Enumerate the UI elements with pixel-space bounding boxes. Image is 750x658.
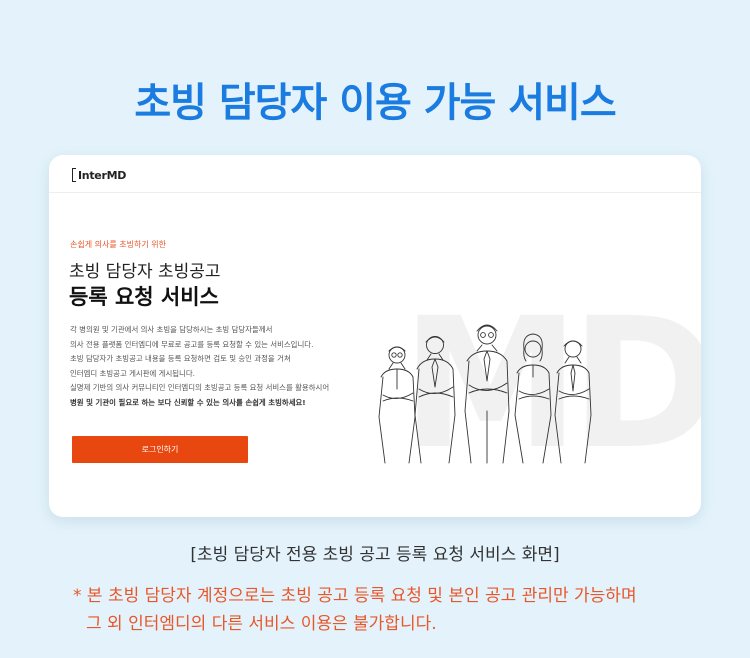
site-header: InterMD [49, 155, 701, 193]
page-headline: 초빙 담당자 이용 가능 서비스 [134, 80, 616, 126]
usage-notice: * 본 초빙 담당자 계정으로는 초빙 공고 등록 요청 및 본인 공고 관리만… [73, 582, 713, 638]
screenshot-card: InterMD MD 손쉽게 의사를 초빙하기 위한 초빙 담당자 초빙공고 등… [49, 155, 701, 517]
hero-title-line2: 등록 요청 서비스 [69, 285, 219, 309]
logo-text: InterMD [78, 168, 127, 182]
description-line: 실명제 기반의 의사 커뮤니티인 인터엠디의 초빙공고 등록 요청 서비스를 활… [70, 383, 330, 392]
notice-line-1: * 본 초빙 담당자 계정으로는 초빙 공고 등록 요청 및 본인 공고 관리만… [73, 586, 637, 606]
hero-title-line1: 초빙 담당자 초빙공고 [69, 262, 221, 282]
service-description: 각 병의원 및 기관에서 의사 초빙을 담당하시는 초빙 담당자들께서 의사 전… [70, 323, 370, 410]
eyebrow-text: 손쉽게 의사를 초빙하기 위한 [70, 240, 166, 249]
description-line: 의사 전용 플랫폼 인터엠디에 무료로 공고를 등록 요청할 수 있는 서비스입… [70, 339, 314, 349]
login-button[interactable]: 로그인하기 [72, 436, 248, 463]
screen-caption: [초빙 담당자 전용 초빙 공고 등록 요청 서비스 화면] [190, 545, 560, 565]
intermd-logo[interactable]: InterMD [72, 167, 126, 183]
description-line: 초빙 담당자가 초빙공고 내용을 등록 요청하면 검토 및 승인 과정을 거쳐 [70, 354, 291, 363]
business-people-illustration [378, 324, 592, 464]
logo-bracket-icon [72, 168, 76, 182]
notice-line-2: 그 외 인터엠디의 다른 서비스 이용은 불가합니다. [86, 614, 437, 634]
description-line: 인터엠디 초빙공고 게시판에 게시됩니다. [70, 368, 195, 378]
description-emphasis: 병원 및 기관이 필요로 하는 보다 신뢰할 수 있는 의사를 손쉽게 초빙하세… [70, 397, 306, 407]
description-line: 각 병의원 및 기관에서 의사 초빙을 담당하시는 초빙 담당자들께서 [70, 325, 273, 334]
